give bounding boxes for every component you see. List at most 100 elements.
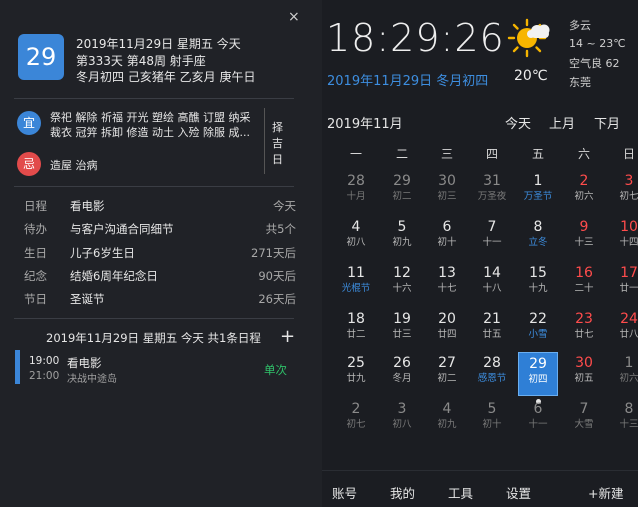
lunar-label: 初七 (619, 191, 638, 202)
lunar-label: 廿七 (574, 329, 594, 340)
calendar-day[interactable]: 1 初六 (609, 352, 638, 396)
calendar-day[interactable]: 23 廿七 (564, 308, 604, 352)
calendar-day[interactable]: 14 十八 (472, 262, 512, 306)
lunar-label: 光棍节 (341, 283, 371, 294)
event-when: 今天 (273, 199, 296, 213)
calendar-day[interactable]: 2 初七 (336, 398, 376, 442)
event-title: 与客户沟通合同细节 (70, 222, 174, 236)
new-button[interactable]: +新建 (588, 483, 623, 502)
calendar-day[interactable]: 2 初六 (564, 170, 604, 214)
day-number: 11 (347, 265, 365, 281)
day-number: 31 (483, 173, 501, 189)
prev-month-button[interactable]: 上月 (549, 113, 575, 132)
weekday-header: 二 (395, 147, 408, 161)
yi-activities-line1: 祭祀 解除 祈福 开光 塑绘 高醮 订盟 纳采 (50, 111, 251, 124)
event-row[interactable]: 待办 与客户沟通合同细节 共5个 (24, 221, 296, 239)
lunar-label: 廿二 (346, 329, 366, 340)
day-number: 21 (483, 311, 501, 327)
lunar-label: 初八 (346, 237, 366, 248)
calendar-day[interactable]: 6 初十 (427, 216, 467, 260)
add-schedule-button[interactable]: + (280, 326, 295, 347)
calendar-day[interactable]: 21 廿五 (472, 308, 512, 352)
day-number: 3 (624, 173, 634, 189)
lunar-label: 初二 (392, 191, 412, 202)
calendar-day[interactable]: 15 十九 (518, 262, 558, 306)
calendar-day[interactable]: 28 十月 (336, 170, 376, 214)
calendar-day[interactable]: 5 初九 (382, 216, 422, 260)
day-number: 28 (483, 355, 501, 371)
settings-button[interactable]: 设置 (506, 483, 531, 502)
calendar-day[interactable]: 7 十一 (472, 216, 512, 260)
calendar-day[interactable]: 27 初二 (427, 352, 467, 396)
divider (14, 186, 294, 187)
event-row[interactable]: 日程 看电影 今天 (24, 198, 296, 216)
calendar-day[interactable]: 17 廿一 (609, 262, 638, 306)
tools-button[interactable]: 工具 (448, 483, 473, 502)
day-number: 25 (347, 355, 365, 371)
calendar-day[interactable]: 6 十一 (518, 398, 558, 442)
event-when: 90天后 (258, 269, 296, 283)
yi-activities-line2: 裁衣 冠笄 拆卸 修造 动土 入殓 除服 成... (50, 126, 250, 139)
lunar-label: 十一 (482, 237, 502, 248)
my-button[interactable]: 我的 (390, 483, 415, 502)
event-when: 271天后 (251, 246, 296, 260)
day-number: 18 (347, 311, 365, 327)
calendar-day[interactable]: 25 廿九 (336, 352, 376, 396)
calendar-day[interactable]: 8 十三 (609, 398, 638, 442)
ji-activities: 造屋 治病 (50, 159, 98, 172)
month-label[interactable]: 2019年11月 (327, 113, 403, 132)
lunar-label: 十七 (437, 283, 457, 294)
calendar-day-today[interactable]: 29 初四 (518, 352, 558, 404)
calendar-day[interactable]: 10 十四 (609, 216, 638, 260)
calendar-day[interactable]: 26 冬月 (382, 352, 422, 396)
calendar-day[interactable]: 20 廿四 (427, 308, 467, 352)
calendar-day[interactable]: 18 廿二 (336, 308, 376, 352)
event-row[interactable]: 生日 儿子6岁生日 271天后 (24, 245, 296, 263)
calendar-day[interactable]: 4 初九 (427, 398, 467, 442)
lunar-label: 冬月 (392, 373, 412, 384)
calendar-day[interactable]: 4 初八 (336, 216, 376, 260)
lunar-label: 初九 (392, 237, 412, 248)
weekday-header: 三 (440, 147, 453, 161)
calendar-day[interactable]: 28 感恩节 (472, 352, 512, 396)
next-month-button[interactable]: 下月 (594, 113, 620, 132)
day-number: 6 (533, 401, 543, 417)
calendar-day[interactable]: 8 立冬 (518, 216, 558, 260)
day-number: 4 (442, 401, 452, 417)
calendar-day[interactable]: 7 大雪 (564, 398, 604, 442)
yi-badge: 宜 (17, 111, 41, 135)
calendar-day[interactable]: 30 初五 (564, 352, 604, 396)
calendar-day[interactable]: 3 初八 (382, 398, 422, 442)
day-number: 17 (620, 265, 638, 281)
choose-auspicious-day-button[interactable]: 择吉日 (272, 120, 284, 168)
event-row[interactable]: 节日 圣诞节 26天后 (24, 291, 296, 309)
event-row[interactable]: 纪念 结婚6周年纪念日 90天后 (24, 268, 296, 286)
event-title: 儿子6岁生日 (70, 246, 135, 260)
account-button[interactable]: 账号 (332, 483, 357, 502)
calendar-day[interactable]: 16 二十 (564, 262, 604, 306)
left-panel: × 29 2019年11月29日 星期五 今天 第333天 第48周 射手座 冬… (0, 0, 322, 507)
calendar-day[interactable]: 9 十三 (564, 216, 604, 260)
calendar-day[interactable]: 12 十六 (382, 262, 422, 306)
calendar-day[interactable]: 29 初二 (382, 170, 422, 214)
schedule-name[interactable]: 看电影 (67, 355, 102, 371)
close-icon[interactable]: × (288, 9, 300, 25)
calendar-day[interactable]: 13 十七 (427, 262, 467, 306)
calendar-day[interactable]: 1 万圣节 (518, 170, 558, 214)
lunar-label: 初五 (574, 373, 594, 384)
right-panel: 18:29:26 2019年11月29日 冬月初四 20℃ 多云 14 ~ 23… (322, 0, 638, 507)
partly-cloudy-sun-icon (507, 18, 550, 58)
calendar-day[interactable]: 11 光棍节 (336, 262, 376, 306)
lunar-label: 十一 (528, 419, 548, 430)
calendar-day[interactable]: 30 初三 (427, 170, 467, 214)
today-button[interactable]: 今天 (505, 113, 531, 132)
date-lunar-line[interactable]: 2019年11月29日 冬月初四 (327, 70, 488, 89)
calendar-day[interactable]: 24 廿八 (609, 308, 638, 352)
calendar-day[interactable]: 3 初七 (609, 170, 638, 214)
calendar-day[interactable]: 5 初十 (472, 398, 512, 442)
calendar-day[interactable]: 22 小雪 (518, 308, 558, 352)
event-type: 日程 (24, 199, 47, 213)
calendar-day[interactable]: 31 万圣夜 (472, 170, 512, 214)
weekday-header: 一 (349, 147, 362, 161)
calendar-day[interactable]: 19 廿三 (382, 308, 422, 352)
